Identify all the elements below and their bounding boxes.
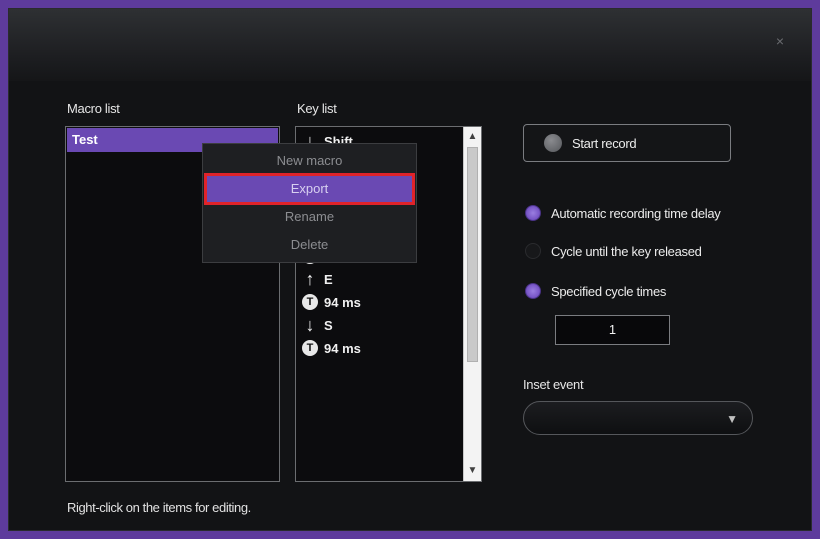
scroll-thumb[interactable]: [467, 147, 478, 362]
close-button[interactable]: ×: [769, 33, 791, 49]
arrow-down-icon: ↓: [305, 315, 315, 335]
option-label: Automatic recording time delay: [551, 205, 721, 221]
key-row-label: 94 ms: [324, 340, 361, 356]
start-record-button[interactable]: Start record: [523, 124, 731, 162]
key-list-row[interactable]: ↑ E: [300, 268, 333, 290]
scroll-up-arrow-icon[interactable]: ▲: [464, 129, 481, 145]
menu-item-rename[interactable]: Rename: [203, 204, 416, 230]
timer-icon: T: [300, 340, 320, 356]
option-auto-delay[interactable]: Automatic recording time delay: [525, 205, 721, 221]
context-menu: New macro Export Rename Delete: [202, 143, 417, 263]
option-label: Specified cycle times: [551, 283, 667, 299]
key-list-row[interactable]: T 94 ms: [300, 291, 361, 313]
option-label: Cycle until the key released: [551, 243, 702, 259]
insert-event-label: Inset event: [523, 377, 584, 392]
key-list-row[interactable]: ↓ S: [300, 314, 333, 336]
arrow-up-icon: ↑: [305, 269, 315, 289]
scroll-down-arrow-icon[interactable]: ▼: [464, 463, 481, 479]
menu-item-delete[interactable]: Delete: [203, 232, 416, 258]
app-frame: × Macro list Test Key list ↓Shift↑ShiftT…: [0, 0, 820, 539]
timer-icon: T: [300, 294, 320, 310]
key-list-row[interactable]: T 94 ms: [300, 337, 361, 359]
macro-settings-window: × Macro list Test Key list ↓Shift↑ShiftT…: [8, 8, 812, 531]
option-specified-cycles[interactable]: Specified cycle times: [525, 283, 666, 299]
cycle-times-input[interactable]: 1: [555, 315, 670, 345]
title-bar: ×: [9, 9, 811, 81]
key-list-header: Key list: [297, 101, 337, 116]
radio-button[interactable]: [525, 205, 541, 221]
menu-item-export[interactable]: Export: [204, 173, 415, 205]
chevron-down-icon: ▼: [726, 412, 738, 426]
key-row-label: 94 ms: [324, 294, 361, 310]
editing-hint: Right-click on the items for editing.: [67, 500, 251, 515]
key-row-label: E: [324, 271, 333, 287]
radio-button[interactable]: [525, 283, 541, 299]
radio-button[interactable]: [525, 243, 541, 259]
menu-item-new-macro[interactable]: New macro: [203, 148, 416, 174]
macro-list-header: Macro list: [67, 101, 120, 116]
key-row-label: S: [324, 317, 333, 333]
record-icon: [544, 134, 562, 152]
option-cycle-until-release[interactable]: Cycle until the key released: [525, 243, 702, 259]
key-list-scrollbar[interactable]: ▲ ▼: [463, 127, 481, 481]
insert-event-dropdown[interactable]: ▼: [523, 401, 753, 435]
start-record-label: Start record: [572, 135, 637, 151]
